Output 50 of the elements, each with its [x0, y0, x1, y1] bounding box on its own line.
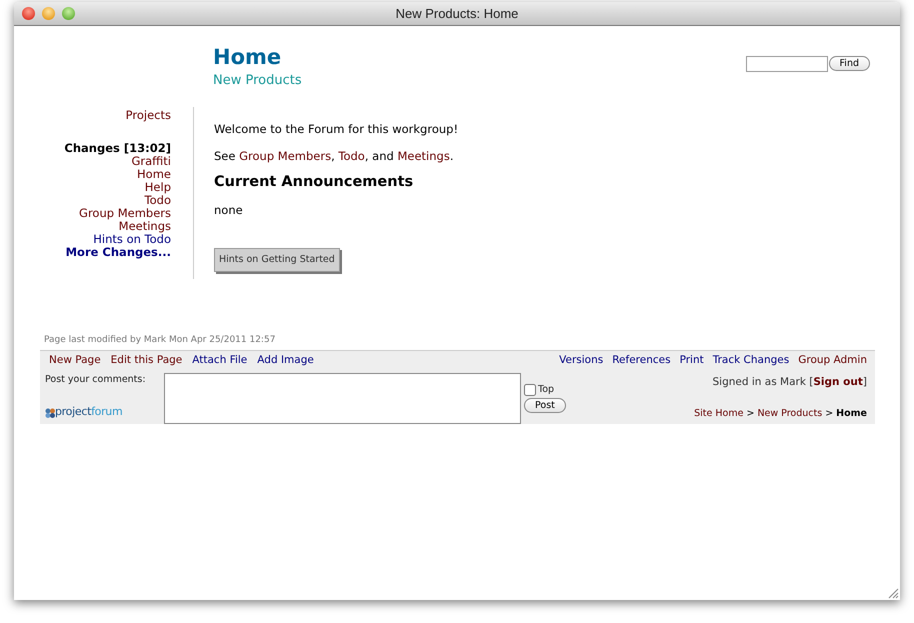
toolbar-link[interactable]: Track Changes [712, 353, 790, 369]
search-field[interactable] [746, 56, 828, 72]
top-checkbox[interactable] [524, 384, 536, 396]
announcements-text: none [214, 202, 244, 219]
page-link[interactable]: Group Members [239, 148, 332, 163]
breadcrumb-link[interactable]: Site Home [694, 406, 744, 421]
page-title: Home [213, 46, 282, 70]
resize-grip-icon[interactable] [887, 587, 899, 599]
toolbar-link[interactable]: New Page [49, 353, 101, 369]
more-changes-link[interactable]: More Changes... [14, 246, 171, 259]
toolbar-link[interactable]: Add Image [257, 353, 314, 369]
find-button[interactable]: Find [828, 56, 870, 71]
projects-link[interactable]: Projects [14, 108, 171, 122]
announcements-heading: Current Announcements [214, 173, 414, 192]
sidebar-link[interactable]: Help [14, 180, 171, 194]
window-title: New Products: Home [396, 4, 518, 23]
see-text: See Group Members, Todo, and Meetings. [214, 148, 454, 165]
toolbar-link[interactable]: Print [680, 353, 704, 369]
close-button[interactable] [22, 7, 35, 20]
toolbar-link[interactable]: References [612, 353, 671, 369]
sidebar-link[interactable]: Home [14, 168, 171, 181]
breadcrumb-current: Home [836, 406, 867, 421]
toolbar-link[interactable]: Group Admin [798, 353, 867, 369]
sidebar-link[interactable]: Hints on Todo [14, 232, 171, 246]
zoom-button[interactable] [62, 7, 75, 20]
top-label: Top [538, 382, 554, 397]
logo-icon [45, 408, 55, 418]
page-link[interactable]: Meetings [397, 148, 450, 163]
last-modified-text: Page last modified by Mark Mon Apr 25/2011 12:57 [44, 334, 276, 347]
comments-label: Post your comments: [45, 372, 147, 387]
breadcrumb-separator: > [746, 406, 754, 421]
sign-out-link[interactable]: Sign out [813, 376, 863, 388]
welcome-text: Welcome to the Forum for this workgroup! [214, 120, 458, 138]
comment-field[interactable] [164, 372, 521, 424]
sidebar-link[interactable]: Meetings [14, 220, 171, 233]
signed-in-text: Signed in as Mark [Sign out] [712, 374, 867, 390]
sidebar-link[interactable]: Group Members [14, 206, 171, 220]
sidebar-link[interactable]: Todo [14, 194, 171, 207]
toolbar-link[interactable]: Attach File [192, 353, 248, 369]
page-link[interactable]: Todo [338, 148, 365, 163]
sidebar-link[interactable]: Graffiti [14, 154, 171, 168]
changes-heading: Changes [13:02] [63, 142, 171, 155]
toolbar-link[interactable]: Edit this Page [110, 353, 182, 369]
post-button[interactable]: Post [524, 398, 566, 413]
breadcrumb-separator: > [825, 406, 834, 421]
toolbar-link[interactable]: Versions [559, 353, 604, 369]
breadcrumb-link[interactable]: New Products [757, 406, 822, 421]
hints-button[interactable]: Hints on Getting Started [214, 248, 340, 272]
logo-text: projectforum [55, 404, 122, 420]
page-subtitle: New Products [213, 72, 302, 90]
